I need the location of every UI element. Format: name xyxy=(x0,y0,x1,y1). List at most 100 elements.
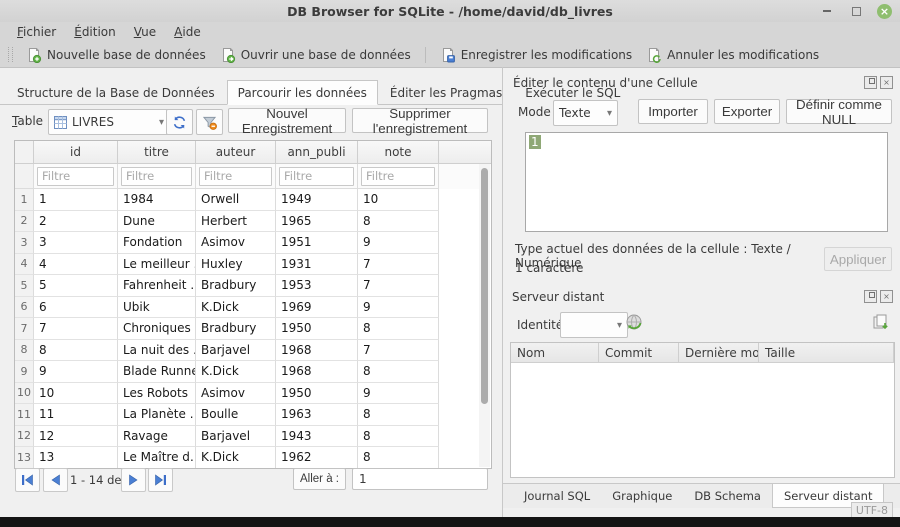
cell[interactable]: 8 xyxy=(358,447,439,469)
cell[interactable]: 1968 xyxy=(276,340,358,362)
cell[interactable]: 1965 xyxy=(276,211,358,233)
cell[interactable]: 8 xyxy=(358,211,439,233)
menu-edition[interactable]: Édition xyxy=(65,23,125,41)
cell[interactable]: 1949 xyxy=(276,189,358,211)
float-dock-icon[interactable] xyxy=(864,76,877,89)
toolbar-drag-handle[interactable] xyxy=(8,47,13,62)
cell[interactable]: 1931 xyxy=(276,254,358,276)
cell[interactable]: Fahrenheit … xyxy=(118,275,196,297)
tab-edit-pragmas[interactable]: Éditer les Pragmas xyxy=(379,80,513,105)
cell[interactable]: 1969 xyxy=(276,297,358,319)
titlebar[interactable]: DB Browser for SQLite - /home/david/db_l… xyxy=(0,0,900,23)
cell[interactable]: Ubik xyxy=(118,297,196,319)
clone-database-button[interactable] xyxy=(868,310,894,334)
remote-column-commit[interactable]: Commit xyxy=(599,343,679,362)
table-row[interactable]: 10 10 Les Robots Asimov 1950 9 xyxy=(15,383,491,405)
cell[interactable]: 8 xyxy=(358,361,439,383)
filter-input-titre[interactable] xyxy=(121,167,192,186)
tab-journal-sql[interactable]: Journal SQL xyxy=(513,484,601,508)
cell[interactable]: 2 xyxy=(34,211,118,233)
table-row[interactable]: 2 2 Dune Herbert 1965 8 xyxy=(15,211,491,233)
cell[interactable]: Les Robots xyxy=(118,383,196,405)
cell[interactable]: Huxley xyxy=(196,254,276,276)
close-dock-icon[interactable]: × xyxy=(880,290,893,303)
refresh-button[interactable] xyxy=(166,109,193,135)
cell[interactable]: 4 xyxy=(34,254,118,276)
delete-record-button[interactable]: Supprimer l'enregistrement xyxy=(352,108,488,133)
set-null-button[interactable]: Définir comme NULL xyxy=(786,99,892,124)
close-button[interactable]: × xyxy=(877,4,892,19)
open-database-button[interactable]: Ouvrir une base de données xyxy=(213,45,418,65)
cell[interactable]: 1968 xyxy=(276,361,358,383)
apply-button[interactable]: Appliquer xyxy=(824,247,892,271)
tab-browse-data[interactable]: Parcourir les données xyxy=(227,80,378,105)
menu-vue[interactable]: Vue xyxy=(125,23,165,41)
table-row[interactable]: 8 8 La nuit des … Barjavel 1968 7 xyxy=(15,340,491,362)
cell[interactable]: 9 xyxy=(34,361,118,383)
cell[interactable]: 10 xyxy=(358,189,439,211)
revert-changes-button[interactable]: Annuler les modifications xyxy=(639,45,826,65)
tab-execute-sql[interactable]: Exécuter le SQL xyxy=(514,80,631,105)
cell[interactable]: Fondation xyxy=(118,232,196,254)
column-header-note[interactable]: note xyxy=(358,141,439,163)
table-row[interactable]: 3 3 Fondation Asimov 1951 9 xyxy=(15,232,491,254)
cell[interactable]: 7 xyxy=(358,340,439,362)
panel-splitter[interactable] xyxy=(502,67,503,517)
first-page-button[interactable] xyxy=(15,468,40,492)
cell[interactable]: La nuit des … xyxy=(118,340,196,362)
cell[interactable]: 1984 xyxy=(118,189,196,211)
menu-fichier[interactable]: Fichier xyxy=(8,23,65,41)
cell[interactable]: 1951 xyxy=(276,232,358,254)
cell[interactable]: 8 xyxy=(358,426,439,448)
filter-input-note[interactable] xyxy=(361,167,435,186)
cell[interactable]: K.Dick xyxy=(196,447,276,469)
cell[interactable]: 7 xyxy=(358,254,439,276)
remote-refresh-button[interactable] xyxy=(624,312,650,336)
remote-column-taille[interactable]: Taille xyxy=(759,343,894,362)
new-database-button[interactable]: Nouvelle base de données xyxy=(19,45,213,65)
cell[interactable]: 1943 xyxy=(276,426,358,448)
table-row[interactable]: 1 1 1984 Orwell 1949 10 xyxy=(15,189,491,211)
column-header-auteur[interactable]: auteur xyxy=(196,141,276,163)
cell[interactable]: 6 xyxy=(34,297,118,319)
cell[interactable]: Blade Runner xyxy=(118,361,196,383)
cell[interactable]: 10 xyxy=(34,383,118,405)
filter-input-id[interactable] xyxy=(37,167,114,186)
cell[interactable]: Le meilleur … xyxy=(118,254,196,276)
cell[interactable]: 9 xyxy=(358,383,439,405)
previous-page-button[interactable] xyxy=(43,468,68,492)
cell[interactable]: 12 xyxy=(34,426,118,448)
tab-graphique[interactable]: Graphique xyxy=(601,484,683,508)
column-header-ann-publi[interactable]: ann_publi xyxy=(276,141,358,163)
table-row[interactable]: 12 12 Ravage Barjavel 1943 8 xyxy=(15,426,491,448)
clear-filters-button[interactable] xyxy=(196,109,223,135)
table-row[interactable]: 4 4 Le meilleur … Huxley 1931 7 xyxy=(15,254,491,276)
cell[interactable]: 1963 xyxy=(276,404,358,426)
cell[interactable]: 9 xyxy=(358,232,439,254)
cell[interactable]: Asimov xyxy=(196,232,276,254)
cell[interactable]: 1 xyxy=(34,189,118,211)
table-row[interactable]: 5 5 Fahrenheit … Bradbury 1953 7 xyxy=(15,275,491,297)
cell[interactable]: 3 xyxy=(34,232,118,254)
cell-content-editor[interactable]: 1 xyxy=(525,132,888,232)
cell[interactable]: 1950 xyxy=(276,318,358,340)
close-dock-icon[interactable]: × xyxy=(880,76,893,89)
cell[interactable]: 11 xyxy=(34,404,118,426)
table-row[interactable]: 7 7 Chroniques … Bradbury 1950 8 xyxy=(15,318,491,340)
remote-column-nom[interactable]: Nom xyxy=(511,343,599,362)
restore-button[interactable] xyxy=(848,3,864,19)
new-record-button[interactable]: Nouvel Enregistrement xyxy=(228,108,346,133)
cell[interactable]: Le Maître d… xyxy=(118,447,196,469)
cell[interactable]: Barjavel xyxy=(196,426,276,448)
export-button[interactable]: Exporter xyxy=(714,99,780,124)
identity-selector[interactable]: ▾ xyxy=(560,312,628,338)
cell[interactable]: K.Dick xyxy=(196,361,276,383)
cell[interactable]: Herbert xyxy=(196,211,276,233)
minimize-button[interactable] xyxy=(819,3,835,19)
table-row[interactable]: 13 13 Le Maître d… K.Dick 1962 8 xyxy=(15,447,491,469)
cell[interactable]: Chroniques … xyxy=(118,318,196,340)
cell[interactable]: 8 xyxy=(358,318,439,340)
column-header-id[interactable]: id xyxy=(34,141,118,163)
menu-aide[interactable]: Aide xyxy=(165,23,210,41)
cell[interactable]: Bradbury xyxy=(196,318,276,340)
